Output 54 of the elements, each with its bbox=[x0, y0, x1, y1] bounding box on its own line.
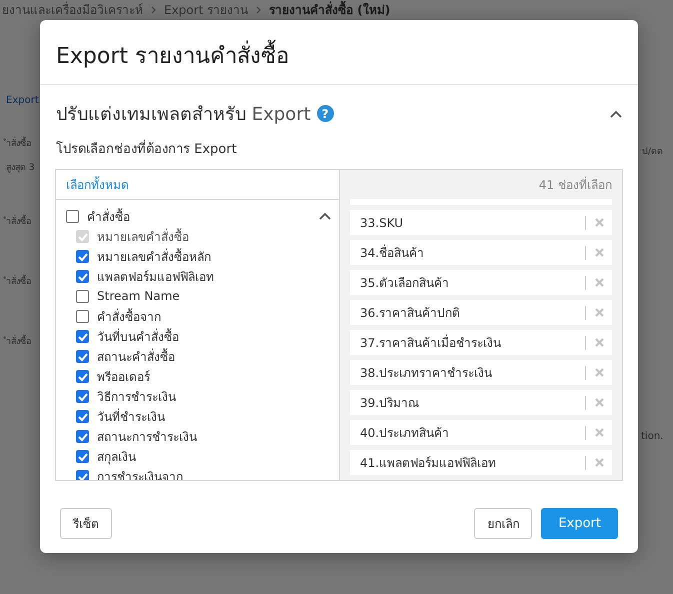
checkbox[interactable] bbox=[76, 430, 89, 442]
group-label[interactable]: คำสั่งซื้อ bbox=[87, 206, 311, 226]
field-label[interactable]: หมายเลขคำสั่งซื้อหลัก bbox=[97, 246, 211, 266]
selected-field[interactable]: 41.แพลตฟอร์มแอฟฟิลิเอท bbox=[350, 450, 612, 475]
checkbox[interactable] bbox=[66, 210, 79, 222]
field-label[interactable]: แพลตฟอร์มแอฟฟิลิเอท bbox=[97, 266, 214, 286]
selected-field[interactable]: 39.ปริมาณ bbox=[350, 390, 612, 415]
section-title: ปรับแต่งเทมเพลตสำหรับ Export bbox=[56, 103, 311, 127]
background-text: ป/ดด bbox=[642, 146, 664, 158]
chevron-icon bbox=[151, 6, 156, 14]
row-label: ำสั่งซื้อ bbox=[4, 274, 31, 288]
background-text: tion. bbox=[641, 431, 664, 442]
selected-count: 41 ช่องที่เลือก bbox=[538, 176, 612, 194]
checkbox[interactable] bbox=[76, 470, 89, 480]
selected-field[interactable]: 37.ราคาสินค้าเมื่อชำระเงิน bbox=[350, 330, 612, 355]
field-label[interactable]: สกุลเงิน bbox=[97, 446, 136, 466]
row-label: สูงสุด 3 bbox=[5, 162, 35, 174]
row-label: ำสั่งซื้อ bbox=[4, 334, 31, 348]
instruction-text: โปรดเลือกช่องที่ต้องการ Export bbox=[40, 128, 638, 159]
checkbox[interactable] bbox=[76, 270, 89, 282]
checkbox[interactable] bbox=[76, 290, 89, 302]
checkbox[interactable] bbox=[76, 330, 89, 342]
field-label[interactable]: วันที่ชำระเงิน bbox=[97, 406, 165, 426]
dialog-title: Export รายงานคำสั่งซื้อ bbox=[40, 20, 638, 85]
row-label: ำสั่งซื้อ bbox=[4, 136, 31, 150]
collapse-icon[interactable] bbox=[610, 110, 622, 118]
selected-field[interactable]: 34.ชื่อสินค้า bbox=[350, 240, 612, 265]
checkbox[interactable] bbox=[76, 370, 89, 382]
checkbox[interactable] bbox=[76, 450, 89, 462]
checkbox[interactable] bbox=[76, 250, 89, 262]
checkbox[interactable] bbox=[76, 310, 89, 322]
field-label[interactable]: วันที่บนคำสั่งซื้อ bbox=[97, 326, 179, 346]
field-label[interactable]: คำสั่งซื้อจาก bbox=[97, 306, 161, 326]
field-label[interactable]: พรีออเดอร์ bbox=[97, 366, 150, 386]
cancel-button[interactable]: ยกเลิก bbox=[474, 508, 532, 539]
selected-field[interactable]: 35.ตัวเลือกสินค้า bbox=[350, 270, 612, 295]
field-label[interactable]: สถานะคำสั่งซื้อ bbox=[97, 346, 175, 366]
checkbox[interactable] bbox=[76, 350, 89, 362]
selected-field[interactable]: 33.SKU bbox=[350, 210, 612, 235]
field-label[interactable]: Stream Name bbox=[97, 289, 180, 303]
selected-field[interactable]: 38.ประเภทราคาชำระเงิน bbox=[350, 360, 612, 385]
row-label: ำสั่งซื้อ bbox=[4, 214, 31, 228]
select-all-link[interactable]: เลือกทั้งหมด bbox=[66, 175, 129, 194]
chevron-icon[interactable] bbox=[319, 212, 331, 220]
selected-field[interactable]: 40.ประเภทสินค้า bbox=[350, 420, 612, 445]
checkbox[interactable] bbox=[76, 410, 89, 422]
selected-field[interactable]: 36.ราคาสินค้าปกติ bbox=[350, 300, 612, 325]
reset-button[interactable]: รีเซ็ต bbox=[60, 508, 112, 539]
checkbox[interactable] bbox=[76, 390, 89, 402]
chevron-icon bbox=[256, 6, 262, 14]
field-label[interactable]: สถานะการชำระเงิน bbox=[97, 426, 197, 446]
breadcrumb-item: รายงานคำสั่งซื้อ (ใหม่) bbox=[269, 2, 390, 18]
field-label[interactable]: วิธีการชำระเงิน bbox=[97, 386, 176, 406]
help-icon[interactable]: ? bbox=[316, 105, 334, 122]
